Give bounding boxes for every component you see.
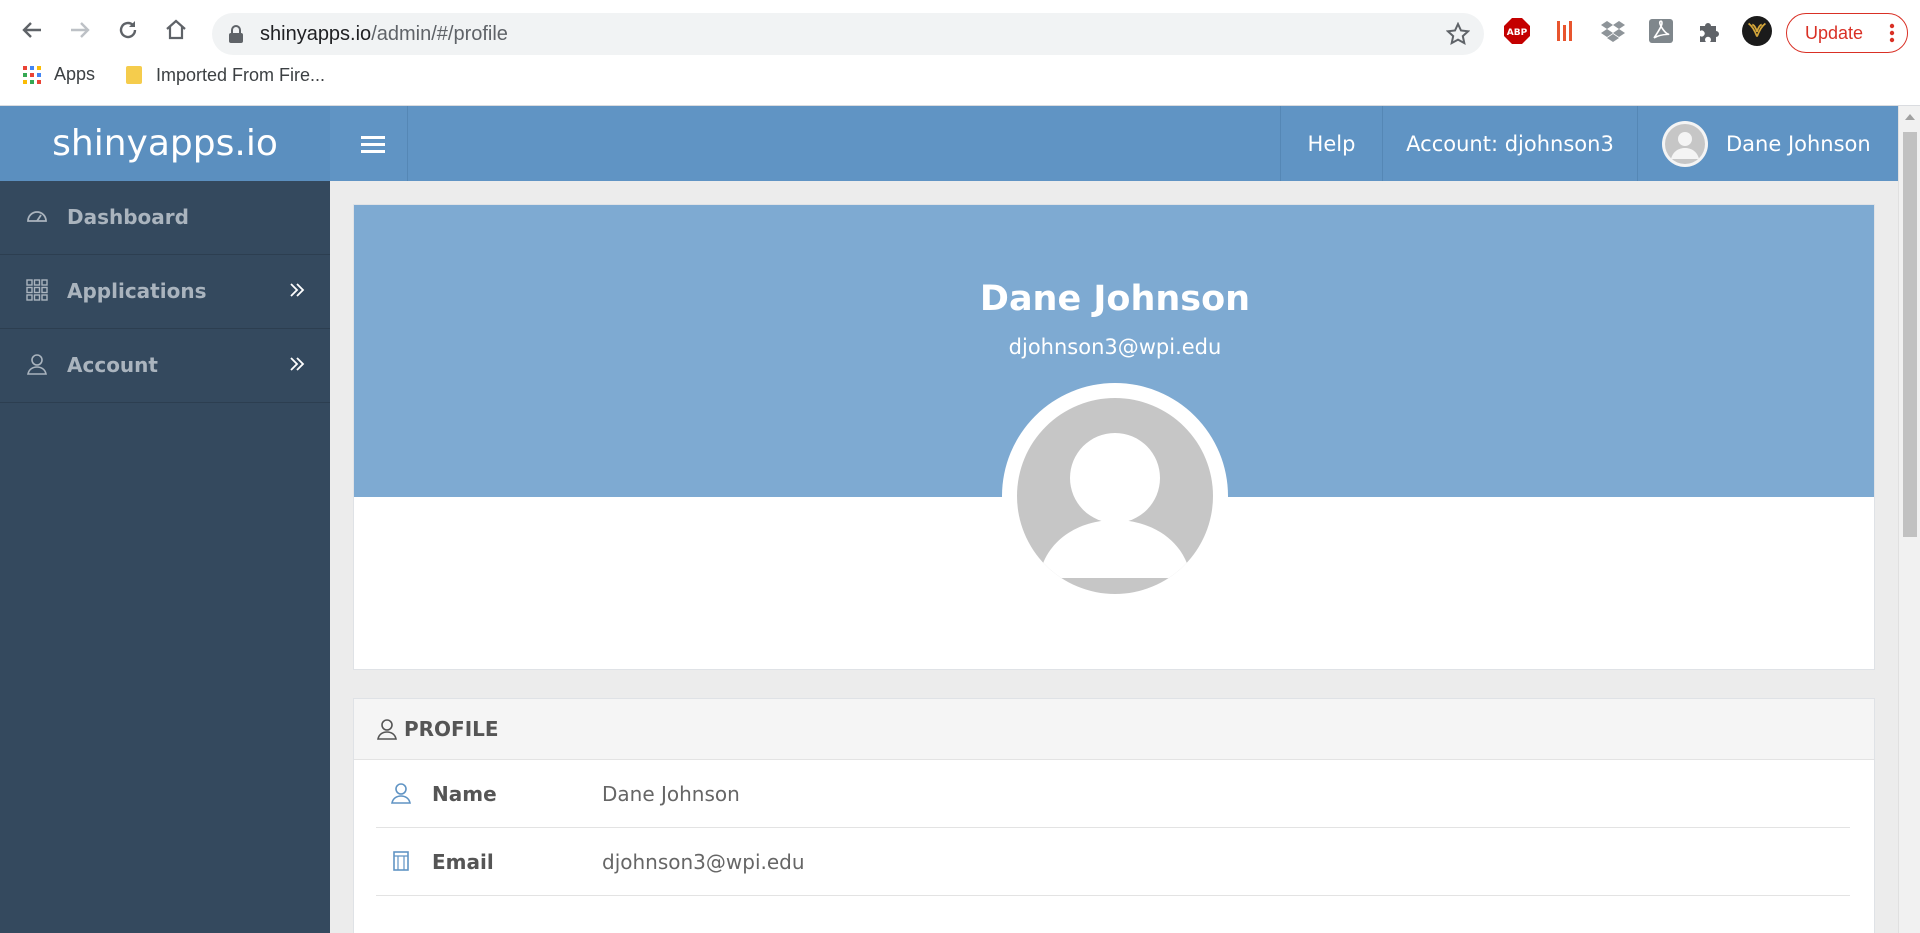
bookmark-apps-label: Apps [54, 64, 96, 84]
profile-row-email: Email djohnson3@wpi.edu [376, 828, 1850, 896]
dropbox-icon[interactable] [1598, 16, 1628, 46]
sidebar-item-dashboard[interactable]: Dashboard [0, 181, 330, 255]
reload-button[interactable] [110, 12, 146, 48]
bookmark-apps[interactable]: Apps [22, 64, 95, 85]
scrollbar-thumb[interactable] [1903, 132, 1917, 537]
profile-row-name: Name Dane Johnson [376, 760, 1850, 828]
user-icon [391, 783, 411, 804]
scroll-up-icon[interactable] [1904, 112, 1916, 122]
home-icon [166, 19, 186, 40]
page-scrollbar[interactable] [1898, 106, 1920, 933]
sidebar-item-label: Account [67, 353, 158, 377]
user-icon [27, 354, 47, 375]
main-content: Dane Johnson djohnson3@wpi.edu PROFILE N… [330, 181, 1898, 933]
profile-section-title: PROFILE [404, 717, 499, 741]
forward-button[interactable] [62, 12, 98, 48]
red-extension-icon[interactable] [1550, 16, 1580, 46]
browser-toolbar: shinyapps.io/admin/#/profile ABP Update [0, 4, 1920, 56]
sidebar: Dashboard Applications Account [0, 181, 330, 933]
pdf-icon[interactable] [1646, 16, 1676, 46]
url-text: shinyapps.io/admin/#/profile [260, 23, 508, 46]
bookmark-star-icon[interactable] [1446, 22, 1470, 46]
profile-row-label: Email [432, 850, 494, 874]
reload-icon [119, 21, 137, 39]
sidebar-item-label: Dashboard [67, 205, 189, 229]
svg-text:ABP: ABP [1507, 28, 1528, 38]
avatar [1662, 120, 1708, 167]
bookmark-imported-folder[interactable]: Imported From Fire... [124, 64, 325, 86]
sidebar-item-applications[interactable]: Applications [0, 255, 330, 329]
address-bar[interactable]: shinyapps.io/admin/#/profile [212, 13, 1484, 55]
url-host: shinyapps.io [260, 23, 372, 45]
help-link[interactable]: Help [1280, 106, 1382, 181]
hamburger-menu-icon [360, 135, 385, 153]
user-menu[interactable]: Dane Johnson [1637, 106, 1898, 181]
sidebar-item-account[interactable]: Account [0, 329, 330, 403]
bookmark-imported-label: Imported From Fire... [156, 64, 326, 85]
forward-arrow-icon [71, 22, 90, 38]
browser-chrome: shinyapps.io/admin/#/profile ABP Update [0, 0, 1920, 106]
lock-icon [229, 25, 243, 43]
profile-row-value: Dane Johnson [602, 782, 740, 806]
url-path: /admin/#/profile [371, 23, 508, 45]
profile-name: Dane Johnson [979, 279, 1251, 319]
profile-details-card: PROFILE Name Dane Johnson Email djohnson… [353, 698, 1875, 933]
profile-email: djohnson3@wpi.edu [1008, 335, 1222, 359]
dashboard-gauge-icon [27, 211, 47, 222]
user-icon [377, 719, 397, 740]
puzzle-extensions-icon[interactable] [1694, 16, 1724, 46]
bookmarks-bar: Apps Imported From Fire... [0, 60, 1920, 94]
chevron-double-right-icon [290, 283, 305, 297]
user-avatar-icon [1665, 123, 1705, 164]
profile-avatar [1002, 383, 1228, 609]
update-button[interactable]: Update [1786, 13, 1908, 53]
app-header: shinyapps.io Help Account: djohnson3 Dan… [0, 106, 1898, 181]
profile-avatar-icon[interactable] [1742, 16, 1772, 46]
sidebar-item-label: Applications [67, 279, 207, 303]
profile-row-label: Name [432, 782, 497, 806]
back-arrow-icon [22, 22, 41, 38]
grid-icon [26, 279, 48, 301]
update-label: Update [1805, 22, 1864, 43]
profile-section-header: PROFILE [354, 699, 1874, 760]
more-menu-icon [1889, 23, 1895, 43]
user-name: Dane Johnson [1726, 131, 1871, 156]
back-button[interactable] [14, 12, 50, 48]
profile-row-value: djohnson3@wpi.edu [602, 850, 805, 874]
adblock-plus-icon[interactable]: ABP [1502, 16, 1532, 46]
user-silhouette-icon [1039, 433, 1191, 578]
mailbox-icon [393, 851, 409, 871]
chevron-double-right-icon [290, 357, 305, 371]
folder-icon [126, 66, 142, 84]
brand-logo[interactable]: shinyapps.io [0, 106, 330, 181]
profile-header-card: Dane Johnson djohnson3@wpi.edu [353, 204, 1875, 670]
apps-grid-icon [23, 65, 41, 84]
account-dropdown[interactable]: Account: djohnson3 [1382, 106, 1637, 181]
sidebar-toggle-button[interactable] [338, 106, 408, 181]
home-button[interactable] [158, 12, 194, 48]
